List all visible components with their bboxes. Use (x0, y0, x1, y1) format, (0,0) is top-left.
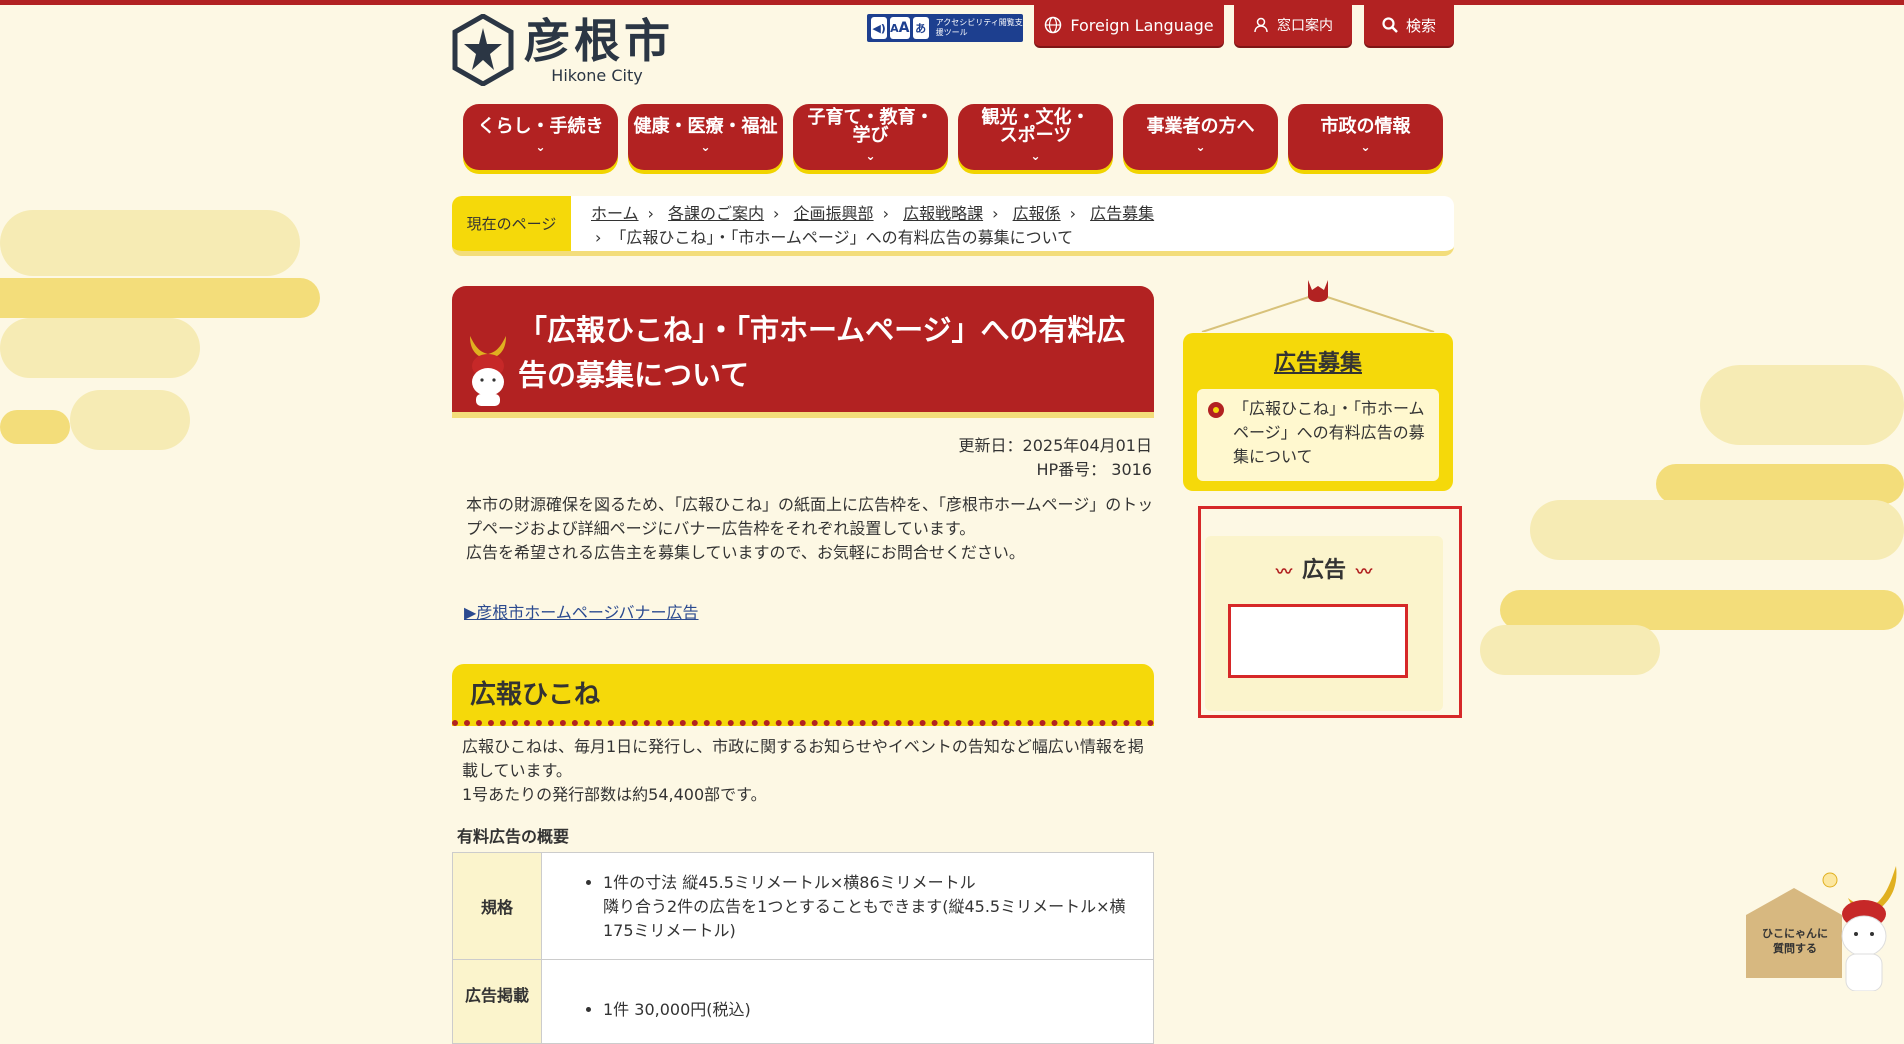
chevron-down-icon: ⌄ (700, 140, 711, 154)
breadcrumb: 現在のページ ホーム › 各課のご案内 › 企画振興部 › 広報戦略課 › 広報係 › 広… (452, 196, 1454, 256)
counter-guide-button[interactable]: 窓口案内 (1234, 4, 1352, 46)
chevron-down-icon: ⌄ (1195, 140, 1206, 154)
section-text: 広報ひこねは、毎月1日に発行し、市政に関するお知らせやイベントの告知など幅広い情… (462, 737, 1144, 804)
nav-item-business[interactable]: 事業者の方へ ⌄ (1123, 104, 1278, 170)
speaker-icon: ◀) (871, 17, 888, 39)
hp-number: HP番号： 3016 (1036, 460, 1153, 479)
list-item: 1件の寸法 縦45.5ミリメートル×横86ミリメートル隣り合う2件の広告を1つと… (603, 871, 1142, 943)
wave-ornament-icon: 〰 (1275, 562, 1292, 581)
breadcrumb-link-departments[interactable]: 各課のご案内 (668, 204, 764, 223)
nav-item-city-info[interactable]: 市政の情報 ⌄ (1288, 104, 1443, 170)
font-size-icon: AA (890, 17, 910, 39)
ad-overview-table: 規格 1件の寸法 縦45.5ミリメートル×横86ミリメートル隣り合う2件の広告を… (452, 852, 1154, 1044)
table-header-cell: 規格 (452, 852, 542, 960)
sub-heading: 有料広告の概要 (457, 827, 570, 846)
accessibility-label: アクセシビリティ閲覧支援ツール (935, 18, 1023, 37)
nav-item-living[interactable]: くらし・手続き ⌄ (463, 104, 618, 170)
page-title-banner: 「広報ひこね」・「市ホームページ」への有料広告の募集について (452, 286, 1154, 418)
intro-text: 本市の財源確保を図るため、「広報ひこね」の紙面上に広告枠を、「彦根市ホームページ… (466, 495, 1154, 562)
table-cell: 1件 30,000円(税込) (541, 959, 1154, 1044)
table-row: 広告掲載 1件 30,000円(税込) (452, 959, 1154, 1044)
table-cell: 1件の寸法 縦45.5ミリメートル×横86ミリメートル隣り合う2件の広告を1つと… (541, 852, 1154, 960)
sidebar-list: 「広報ひこね」・「市ホームページ」への有料広告の募集について (1197, 389, 1439, 481)
site-logo[interactable]: 彦根市 Hikone City (452, 14, 674, 86)
chevron-right-icon: › (595, 228, 602, 247)
search-icon (1382, 17, 1398, 33)
page-meta: 更新日：2025年04月01日 HP番号： 3016 (959, 434, 1152, 482)
list-item: 1件 30,000円(税込) (603, 998, 1142, 1022)
hikone-emblem-icon (452, 14, 514, 86)
bg-cloud (1530, 500, 1904, 560)
ad-banner-slot[interactable] (1228, 604, 1408, 678)
bg-cloud (1480, 625, 1660, 675)
banner-ad-link[interactable]: ▶彦根市ホームページバナー広告 (464, 599, 699, 623)
table-header-cell: 広告掲載 (452, 959, 542, 1044)
nav-item-childcare[interactable]: 子育て・教育・ 学び ⌄ (793, 104, 948, 170)
breadcrumb-label: 現在のページ (452, 196, 571, 251)
global-nav: くらし・手続き ⌄ 健康・医療・福祉 ⌄ 子育て・教育・ 学び ⌄ 観光・文化・ スポーツ… (463, 104, 1443, 170)
breadcrumb-link-pr-strategy[interactable]: 広報戦略課 (903, 204, 983, 223)
bg-cloud (1700, 365, 1904, 445)
sidebar-ad-recruit-box: 広告募集 「広報ひこね」・「市ホームページ」への有料広告の募集について (1183, 333, 1453, 491)
section-heading: 広報ひこね (470, 680, 601, 710)
flower-bullet-icon (1208, 402, 1224, 418)
breadcrumb-link-pr-section[interactable]: 広報係 (1013, 204, 1061, 223)
site-name-jp: 彦根市 (524, 13, 674, 68)
ad-box: 〰広告〰 (1205, 536, 1443, 711)
nav-item-tourism[interactable]: 観光・文化・ スポーツ ⌄ (958, 104, 1113, 170)
chevron-down-icon: ⌄ (1030, 149, 1041, 163)
site-name-en: Hikone City (551, 65, 643, 85)
breadcrumb-current: 「広報ひこね」・「市ホームページ」への有料広告の募集について (610, 228, 1074, 247)
chevron-down-icon: ⌄ (1360, 140, 1371, 154)
breadcrumb-link-home[interactable]: ホーム (591, 204, 639, 223)
sidebar-item-link[interactable]: 「広報ひこね」・「市ホームページ」への有料広告の募集について (1233, 399, 1425, 466)
chevron-right-icon: › (1069, 204, 1076, 223)
globe-icon (1045, 16, 1062, 34)
ad-title: 広告 (1301, 558, 1346, 583)
updated-date: 更新日：2025年04月01日 (958, 436, 1152, 455)
bg-cloud (0, 278, 320, 318)
wave-ornament-icon: 〰 (1356, 562, 1373, 581)
table-row: 規格 1件の寸法 縦45.5ミリメートル×横86ミリメートル隣り合う2件の広告を… (452, 852, 1154, 960)
hikonyan-chat-button[interactable]: ひこにゃんに 質問する (1746, 858, 1904, 991)
nav-item-health[interactable]: 健康・医療・福祉 ⌄ (628, 104, 783, 170)
search-button[interactable]: 検索 (1364, 4, 1454, 46)
chevron-right-icon: › (647, 204, 654, 223)
bg-cloud (1500, 590, 1904, 630)
chevron-right-icon: › (992, 204, 999, 223)
bg-cloud (70, 390, 190, 450)
kana-icon: あ (912, 17, 929, 39)
chevron-down-icon: ⌄ (535, 140, 546, 154)
breadcrumb-link-planning[interactable]: 企画振興部 (794, 204, 874, 223)
accessibility-tool-button[interactable]: ◀) AA あ アクセシビリティ閲覧支援ツール (867, 14, 1023, 42)
page-title: 「広報ひこね」・「市ホームページ」への有料広告の募集について (518, 313, 1126, 392)
sidebar-title[interactable]: 広告募集 (1183, 345, 1453, 377)
foreign-language-button[interactable]: Foreign Language (1034, 4, 1224, 46)
top-accent-bar (0, 0, 1904, 5)
bg-cloud (0, 410, 70, 444)
chevron-right-icon: › (882, 204, 889, 223)
chevron-right-icon: › (773, 204, 780, 223)
section-heading-box: 広報ひこね (452, 664, 1154, 726)
bg-cloud (0, 318, 200, 378)
hikonyan-mascot-icon (1822, 866, 1897, 991)
breadcrumb-link-ad-recruit[interactable]: 広告募集 (1090, 204, 1154, 223)
hanging-sign-icon (1201, 280, 1435, 332)
hikonyan-mascot-icon (470, 336, 506, 406)
chevron-down-icon: ⌄ (865, 149, 876, 163)
bg-cloud (1656, 464, 1904, 504)
person-icon (1254, 17, 1268, 33)
bg-cloud (0, 210, 300, 276)
